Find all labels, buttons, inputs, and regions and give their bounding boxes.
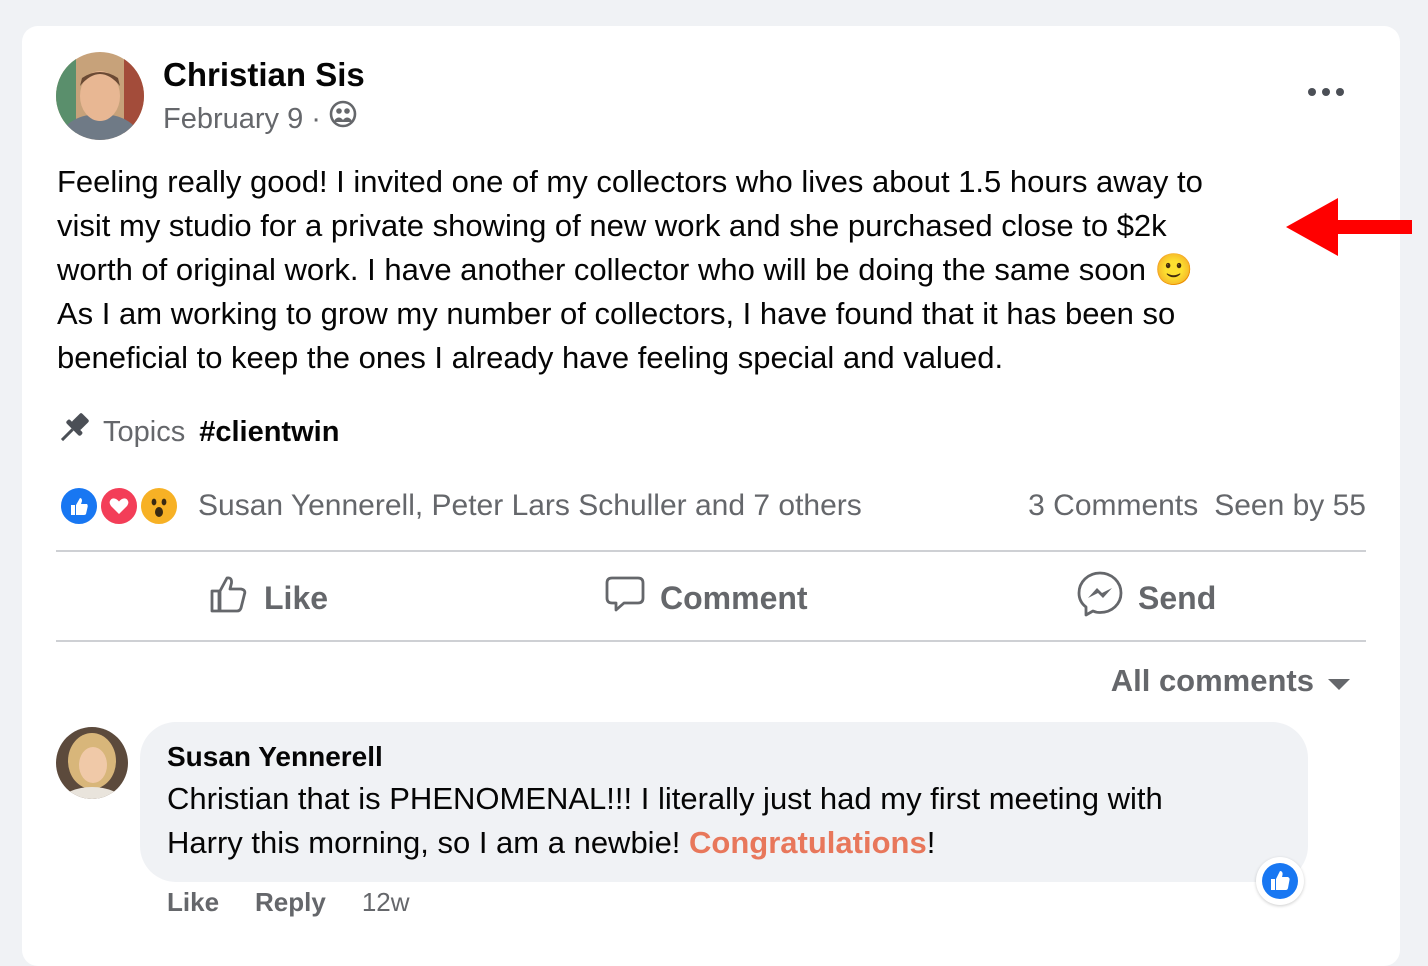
group-icon	[329, 100, 357, 138]
post-text-line: As I am working to grow my number of col…	[57, 296, 1176, 331]
messenger-icon	[1076, 570, 1124, 626]
post-date[interactable]: February 9	[163, 100, 303, 138]
wow-reaction-icon	[138, 485, 180, 527]
comments-filter-label: All comments	[1110, 663, 1314, 698]
comment-actions: Like Reply 12w	[167, 884, 410, 920]
comment-text-line: Christian that is PHENOMENAL!!! I litera…	[167, 781, 1163, 816]
comment-text: Christian that is PHENOMENAL!!! I litera…	[167, 777, 1287, 865]
congratulations-link[interactable]: Congratulations	[689, 825, 927, 860]
like-button[interactable]: Like	[208, 556, 328, 640]
comment-like-button[interactable]: Like	[167, 884, 219, 920]
comment-text-segment: Harry this morning, so I am a newbie!	[167, 825, 690, 860]
post-text: Feeling really good! I invited one of my…	[57, 160, 1319, 380]
topics-row: Topics #clientwin	[55, 410, 339, 454]
send-button[interactable]: Send	[1076, 556, 1216, 640]
annotation-arrow-icon	[1286, 198, 1412, 261]
divider	[56, 640, 1366, 642]
divider	[56, 550, 1366, 552]
comment-text-line: Harry this morning, so I am a newbie! Co…	[167, 821, 1287, 865]
speech-bubble-icon	[604, 573, 646, 623]
comment-text-segment: !	[926, 825, 936, 860]
comment-like-badge[interactable]	[1256, 857, 1304, 905]
caret-down-icon	[1328, 663, 1350, 699]
reaction-icons[interactable]	[58, 483, 184, 529]
more-horizontal-icon	[1308, 88, 1316, 96]
reactors-text[interactable]: Susan Yennerell, Peter Lars Schuller and…	[198, 489, 862, 523]
post-counts: 3 Comments Seen by 55	[1028, 489, 1366, 523]
post-text-line: Feeling really good! I invited one of my…	[57, 164, 1203, 199]
commenter-avatar[interactable]	[56, 727, 128, 799]
more-options-button[interactable]	[1304, 75, 1348, 109]
love-reaction-icon	[98, 485, 140, 527]
reactions-summary: Susan Yennerell, Peter Lars Schuller and…	[58, 482, 1366, 530]
comments-count[interactable]: 3 Comments	[1028, 489, 1198, 523]
like-reaction-icon	[58, 485, 100, 527]
post-text-line: worth of original work. I have another c…	[57, 252, 1194, 287]
comments-filter-dropdown[interactable]: All comments	[1111, 663, 1350, 699]
pin-icon	[55, 409, 93, 455]
topics-label: Topics	[103, 415, 186, 448]
topic-tag[interactable]: #clientwin	[199, 416, 339, 449]
comment-label: Comment	[660, 579, 808, 616]
thumbs-up-icon	[208, 573, 250, 623]
author-name[interactable]: Christian Sis	[163, 55, 365, 95]
post-meta: February 9 ·	[163, 100, 357, 138]
meta-separator: ·	[311, 103, 321, 135]
post-text-line: visit my studio for a private showing of…	[57, 208, 1167, 243]
post-actions: Like Comment Send	[56, 556, 1366, 640]
send-label: Send	[1138, 579, 1217, 616]
commenter-name[interactable]: Susan Yennerell	[167, 740, 383, 774]
comment-age[interactable]: 12w	[362, 884, 410, 920]
seen-by-count[interactable]: Seen by 55	[1214, 489, 1366, 523]
post-text-line: beneficial to keep the ones I already ha…	[57, 340, 1004, 375]
comment-reply-button[interactable]: Reply	[255, 884, 326, 920]
author-avatar[interactable]	[56, 52, 144, 140]
comment-button[interactable]: Comment	[604, 556, 808, 640]
like-label: Like	[264, 579, 329, 616]
